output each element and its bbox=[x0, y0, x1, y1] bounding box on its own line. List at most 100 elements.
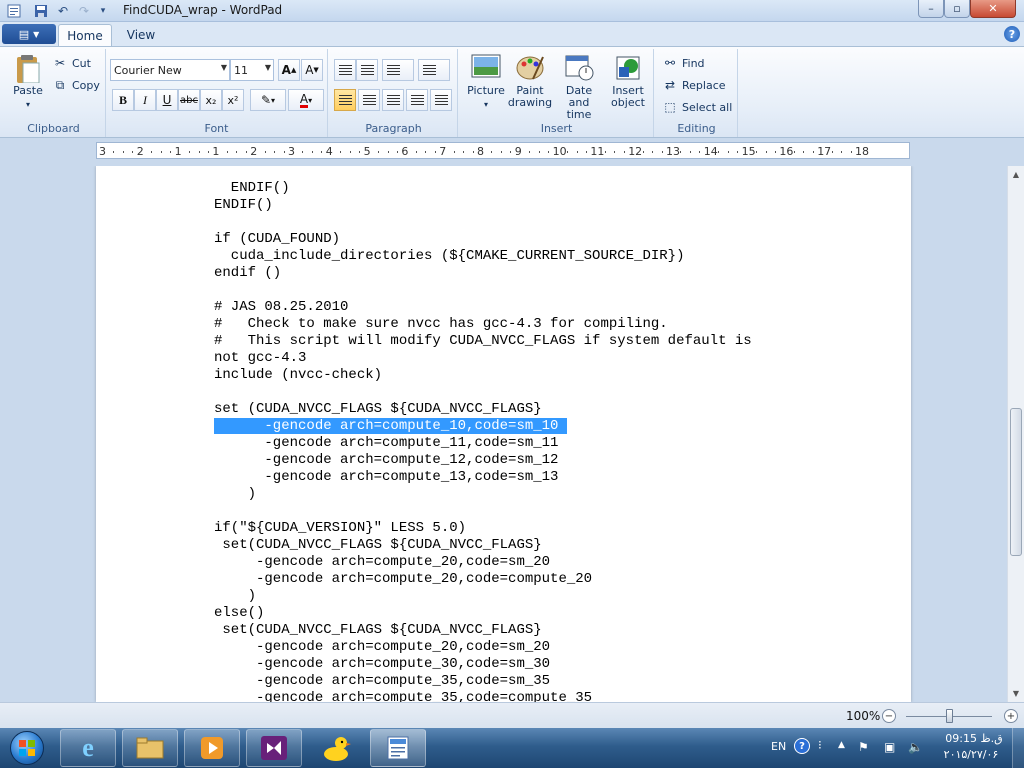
select-all-button[interactable]: ⬚ Select all bbox=[662, 99, 732, 115]
network-icon[interactable]: ▣ bbox=[884, 740, 895, 754]
maximize-button[interactable]: ▫ bbox=[944, 0, 970, 18]
action-center-icon[interactable]: ⚑ bbox=[858, 740, 869, 754]
text-line[interactable]: -gencode arch=compute_30,code=sm_30 bbox=[214, 656, 834, 673]
clock-time[interactable]: ق.ظ 09:15 bbox=[944, 732, 1004, 745]
text-line[interactable]: -gencode arch=compute_20,code=sm_20 bbox=[214, 639, 834, 656]
scroll-thumb[interactable] bbox=[1010, 408, 1022, 556]
increase-indent-button[interactable] bbox=[356, 59, 378, 81]
text-line[interactable]: include (nvcc-check) bbox=[214, 367, 834, 384]
tab-view[interactable]: View bbox=[116, 24, 166, 46]
save-icon[interactable] bbox=[33, 3, 49, 19]
text-line[interactable] bbox=[214, 384, 834, 401]
scroll-down-icon[interactable]: ▼ bbox=[1008, 685, 1024, 702]
align-right-button[interactable] bbox=[382, 89, 404, 111]
volume-icon[interactable]: 🔈 bbox=[908, 740, 923, 754]
italic-button[interactable]: I bbox=[134, 89, 156, 111]
text-line[interactable]: set (CUDA_NVCC_FLAGS ${CUDA_NVCC_FLAGS} bbox=[214, 401, 834, 418]
subscript-button[interactable]: x₂ bbox=[200, 89, 222, 111]
text-line[interactable]: ) bbox=[214, 588, 834, 605]
document-text[interactable]: ENDIF() ENDIF() if (CUDA_FOUND) cuda_inclu… bbox=[214, 180, 834, 702]
grow-font-icon[interactable]: A ▲ bbox=[278, 59, 300, 81]
tray-options-icon[interactable]: ⁝ bbox=[818, 738, 822, 752]
bold-button[interactable]: B bbox=[112, 89, 134, 111]
text-line[interactable]: if("${CUDA_VERSION}" LESS 5.0) bbox=[214, 520, 834, 537]
text-line[interactable]: -gencode arch=compute_20,code=sm_20 bbox=[214, 554, 834, 571]
superscript-button[interactable]: x² bbox=[222, 89, 244, 111]
paragraph-settings-button[interactable] bbox=[430, 89, 452, 111]
start-button[interactable] bbox=[2, 729, 52, 767]
show-hidden-icons-icon[interactable]: ▲ bbox=[838, 740, 845, 750]
find-button[interactable]: ⚯ Find bbox=[662, 55, 705, 71]
tab-home[interactable]: Home bbox=[58, 24, 112, 46]
taskbar-media-player[interactable] bbox=[184, 729, 240, 767]
text-line[interactable]: -gencode arch=compute_12,code=sm_12 bbox=[214, 452, 834, 469]
text-line[interactable]: endif () bbox=[214, 265, 834, 282]
close-button[interactable]: ✕ bbox=[970, 0, 1016, 18]
scroll-up-icon[interactable]: ▲ bbox=[1008, 166, 1024, 183]
strikethrough-button[interactable]: abc bbox=[178, 89, 200, 111]
copy-button[interactable]: ⧉ Copy bbox=[52, 77, 100, 93]
replace-button[interactable]: ⇄ Replace bbox=[662, 77, 726, 93]
minimize-button[interactable]: – bbox=[918, 0, 944, 18]
vertical-scrollbar[interactable]: ▲ ▼ bbox=[1007, 166, 1024, 702]
text-line[interactable]: set(CUDA_NVCC_FLAGS ${CUDA_NVCC_FLAGS} bbox=[214, 537, 834, 554]
text-line[interactable]: else() bbox=[214, 605, 834, 622]
customize-quick-access-icon[interactable]: ▾ bbox=[97, 3, 109, 19]
text-line[interactable]: ) bbox=[214, 486, 834, 503]
text-line[interactable]: -gencode arch=compute_13,code=sm_13 bbox=[214, 469, 834, 486]
text-line[interactable]: not gcc-4.3 bbox=[214, 350, 834, 367]
document-page[interactable]: ENDIF() ENDIF() if (CUDA_FOUND) cuda_inclu… bbox=[96, 166, 911, 702]
text-line[interactable]: cuda_include_directories (${CMAKE_CURREN… bbox=[214, 248, 834, 265]
paste-button[interactable]: Paste ▾ bbox=[8, 53, 48, 111]
text-line[interactable]: if (CUDA_FOUND) bbox=[214, 231, 834, 248]
line-spacing-button[interactable] bbox=[418, 59, 450, 81]
font-size-select[interactable]: 11 ▼ bbox=[230, 59, 274, 81]
zoom-slider-thumb[interactable] bbox=[946, 709, 953, 723]
text-line[interactable]: # Check to make sure nvcc has gcc-4.3 fo… bbox=[214, 316, 834, 333]
align-center-button[interactable] bbox=[358, 89, 380, 111]
show-desktop-button[interactable] bbox=[1012, 728, 1024, 768]
taskbar-file-explorer[interactable] bbox=[122, 729, 178, 767]
selected-text-line[interactable]: -gencode arch=compute_10,code=sm_10 bbox=[214, 418, 834, 435]
font-family-select[interactable]: Courier New ▼ bbox=[110, 59, 230, 81]
language-indicator[interactable]: EN bbox=[771, 740, 786, 753]
list-button[interactable] bbox=[382, 59, 414, 81]
help-icon[interactable]: ? bbox=[1004, 26, 1020, 42]
underline-button[interactable]: U bbox=[156, 89, 178, 111]
decrease-indent-button[interactable] bbox=[334, 59, 356, 81]
ruler[interactable]: 3 2 1 1 2 3 4 5 6 7 8 9 10 11 12 13 14 15 16 17 18 bbox=[0, 138, 1024, 166]
text-line[interactable]: -gencode arch=compute_35,code=sm_35 bbox=[214, 673, 834, 690]
align-left-button[interactable] bbox=[334, 89, 356, 111]
text-line[interactable] bbox=[214, 282, 834, 299]
file-menu-button[interactable]: ▤ ▼ bbox=[2, 24, 56, 44]
date-time-button[interactable]: Date and time bbox=[556, 53, 602, 121]
taskbar-duck-app[interactable] bbox=[308, 729, 364, 767]
text-line[interactable] bbox=[214, 503, 834, 520]
cut-button[interactable]: ✂ Cut bbox=[52, 55, 91, 71]
shrink-font-icon[interactable]: A ▼ bbox=[301, 59, 323, 81]
wordpad-app-icon[interactable] bbox=[6, 3, 22, 19]
language-help-icon[interactable]: ? bbox=[794, 738, 810, 754]
highlight-color-button[interactable]: ✎ ▾ bbox=[250, 89, 286, 111]
insert-object-button[interactable]: Insert object bbox=[606, 53, 650, 109]
text-line[interactable] bbox=[214, 214, 834, 231]
text-color-button[interactable]: A ▾ bbox=[288, 89, 324, 111]
text-line[interactable]: -gencode arch=compute_35,code=compute_35 bbox=[214, 690, 834, 702]
zoom-in-button[interactable]: + bbox=[1004, 709, 1018, 723]
paint-drawing-button[interactable]: Paint drawing bbox=[508, 53, 552, 109]
undo-icon[interactable]: ↶ bbox=[55, 3, 71, 19]
text-line[interactable]: -gencode arch=compute_20,code=compute_20 bbox=[214, 571, 834, 588]
text-line[interactable]: ENDIF() bbox=[214, 197, 834, 214]
text-line[interactable]: # This script will modify CUDA_NVCC_FLAG… bbox=[214, 333, 834, 350]
taskbar-visual-studio[interactable] bbox=[246, 729, 302, 767]
zoom-out-button[interactable]: − bbox=[882, 709, 896, 723]
text-line[interactable]: -gencode arch=compute_11,code=sm_11 bbox=[214, 435, 834, 452]
text-line[interactable]: # JAS 08.25.2010 bbox=[214, 299, 834, 316]
taskbar-internet-explorer[interactable]: e bbox=[60, 729, 116, 767]
taskbar-wordpad[interactable] bbox=[370, 729, 426, 767]
picture-button[interactable]: Picture ▾ bbox=[464, 53, 508, 111]
clock-date[interactable]: ۲۰۱۵/۲۷/۰۶ bbox=[936, 748, 1006, 761]
text-line[interactable]: set(CUDA_NVCC_FLAGS ${CUDA_NVCC_FLAGS} bbox=[214, 622, 834, 639]
text-line[interactable]: ENDIF() bbox=[214, 180, 834, 197]
justify-button[interactable] bbox=[406, 89, 428, 111]
